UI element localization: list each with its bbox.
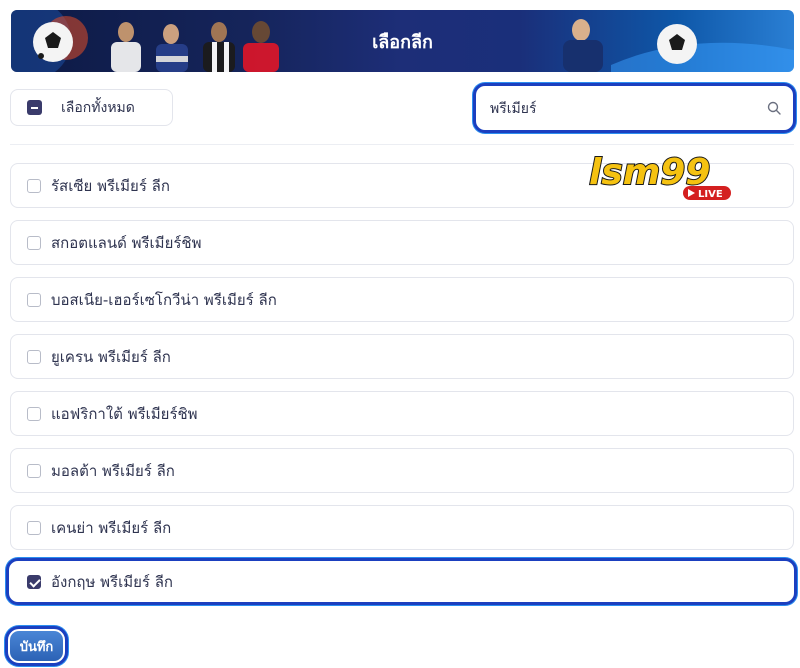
divider — [10, 144, 794, 145]
league-item-kenya[interactable]: เคนย่า พรีเมียร์ ลีก — [10, 505, 794, 550]
lsm99-logo: lsm99 LIVE — [588, 151, 731, 200]
league-checkbox[interactable] — [27, 178, 41, 193]
league-item-england[interactable]: อังกฤษ พรีเมียร์ ลีก — [6, 558, 797, 605]
league-label: แอฟริกาใต้ พรีเมียร์ชิพ — [51, 404, 198, 423]
league-checkbox[interactable] — [27, 463, 41, 478]
league-checkbox[interactable] — [27, 235, 41, 250]
league-label: รัสเซีย พรีเมียร์ ลีก — [51, 176, 170, 195]
league-item-malta[interactable]: มอลต้า พรีเมียร์ ลีก — [10, 448, 794, 493]
league-checkbox[interactable] — [27, 349, 41, 364]
league-label: อังกฤษ พรีเมียร์ ลีก — [51, 572, 173, 591]
search-box[interactable] — [473, 83, 796, 133]
page-title: เลือกลีก — [372, 31, 433, 53]
league-item-scotland[interactable]: สกอตแลนด์ พรีเมียร์ชิพ — [10, 220, 794, 265]
league-label: ยูเครน พรีเมียร์ ลีก — [51, 347, 171, 366]
league-checkbox-checked[interactable] — [27, 574, 41, 589]
search-icon[interactable] — [767, 101, 781, 115]
league-label: มอลต้า พรีเมียร์ ลีก — [51, 461, 175, 480]
select-all-button[interactable]: เลือกทั้งหมด — [10, 89, 173, 126]
save-button[interactable]: บันทึก — [5, 626, 68, 666]
league-label: สกอตแลนด์ พรีเมียร์ชิพ — [51, 233, 202, 252]
search-input[interactable] — [488, 95, 752, 123]
select-all-checkbox[interactable] — [27, 100, 42, 115]
live-badge-label: LIVE — [698, 189, 723, 200]
league-checkbox[interactable] — [27, 406, 41, 421]
league-label: บอสเนีย-เฮอร์เซโกวีน่า พรีเมียร์ ลีก — [51, 290, 277, 309]
league-checkbox[interactable] — [27, 292, 41, 307]
league-label: เคนย่า พรีเมียร์ ลีก — [51, 518, 172, 537]
league-item-ukraine[interactable]: ยูเครน พรีเมียร์ ลีก — [10, 334, 794, 379]
league-checkbox[interactable] — [27, 520, 41, 535]
league-item-south-africa[interactable]: แอฟริกาใต้ พรีเมียร์ชิพ — [10, 391, 794, 436]
header-banner: เลือกลีก — [11, 10, 794, 72]
league-item-bosnia[interactable]: บอสเนีย-เฮอร์เซโกวีน่า พรีเมียร์ ลีก — [10, 277, 794, 322]
select-all-label: เลือกทั้งหมด — [61, 99, 135, 116]
save-button-label: บันทึก — [10, 631, 63, 661]
